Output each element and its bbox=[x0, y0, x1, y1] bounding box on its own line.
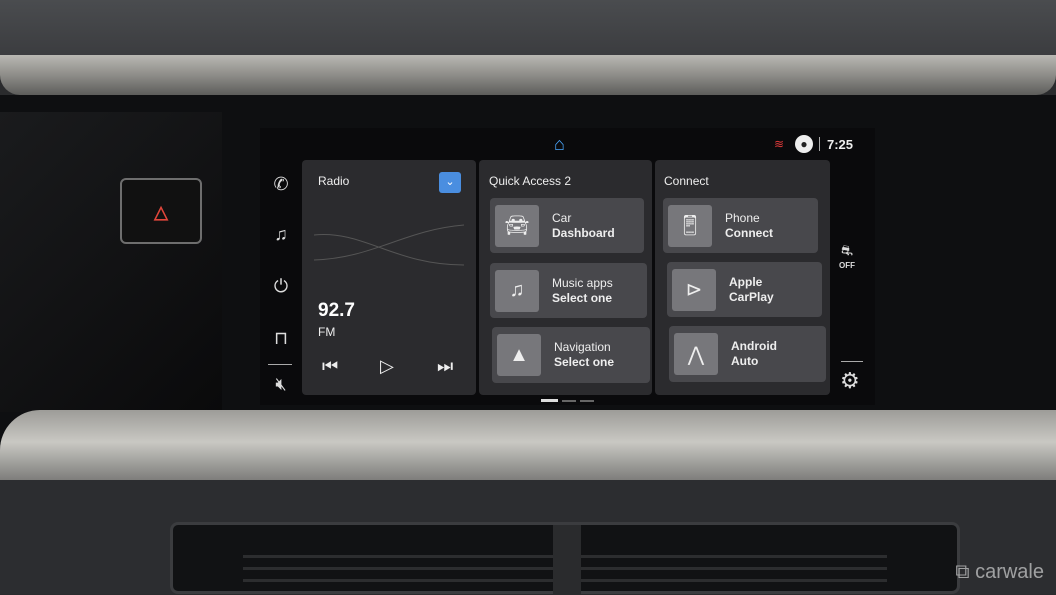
navigation-arrow-icon: ▲ bbox=[497, 334, 541, 376]
tile-label: Navigation bbox=[554, 340, 611, 354]
tile-car-dashboard[interactable]: 🚘︎ Car Dashboard bbox=[490, 198, 644, 253]
clock: 7:25 bbox=[827, 137, 854, 152]
air-vent bbox=[170, 522, 960, 595]
tile-music-apps[interactable]: ♫ Music apps Select one bbox=[490, 263, 647, 318]
tile-sublabel: Dashboard bbox=[552, 225, 615, 240]
tile-sublabel: Select one bbox=[552, 290, 613, 305]
tile-sublabel: Auto bbox=[731, 354, 759, 368]
esc-off-label: OFF bbox=[839, 261, 855, 270]
mute-icon[interactable]: 🔇︎ bbox=[263, 374, 299, 395]
tile-phone-connect[interactable]: 📱︎ Phone Connect bbox=[663, 198, 818, 253]
page-indicator[interactable] bbox=[580, 400, 594, 402]
phone-icon[interactable]: ✆ bbox=[263, 174, 299, 195]
hazard-button[interactable]: ▵ bbox=[120, 178, 202, 244]
wifi-off-icon: ≋ bbox=[774, 137, 785, 151]
hazard-icon: ▵ bbox=[153, 194, 169, 228]
tile-label: Android bbox=[731, 339, 777, 353]
page-indicator[interactable] bbox=[562, 400, 576, 402]
tile-label: Car bbox=[552, 210, 572, 225]
page-indicator-active[interactable] bbox=[541, 399, 558, 402]
tile-apple-carplay[interactable]: ⊳ Apple CarPlay bbox=[667, 262, 822, 317]
divider bbox=[841, 361, 863, 362]
trim-strip bbox=[0, 55, 1056, 95]
hazard-panel bbox=[0, 112, 222, 412]
radio-frequency: 92.7 bbox=[318, 300, 355, 321]
divider bbox=[268, 364, 292, 365]
home-icon[interactable]: ⌂ bbox=[554, 134, 565, 155]
previous-icon[interactable]: ⏮︎ bbox=[322, 356, 338, 377]
gear-icon[interactable]: ⚙ bbox=[840, 368, 860, 394]
watermark: ⧉ carwale bbox=[955, 561, 1044, 583]
carplay-icon: ⊳ bbox=[672, 268, 716, 311]
watermark-text: carwale bbox=[975, 561, 1044, 583]
play-icon[interactable]: ▷ bbox=[380, 356, 394, 377]
quick-access-title: Quick Access 2 bbox=[489, 174, 572, 188]
user-icon[interactable]: ● bbox=[795, 135, 813, 153]
music-icon[interactable]: ♫ bbox=[263, 224, 299, 245]
car-icon: 🚘︎ bbox=[495, 204, 539, 247]
radio-card[interactable]: Radio ⌄ 92.7 FM ⏮︎ ▷ ⏭︎ bbox=[302, 160, 476, 395]
tile-sublabel: Connect bbox=[725, 225, 773, 240]
shopping-bag-icon[interactable]: ⊓ bbox=[263, 328, 299, 349]
dashboard-top bbox=[0, 0, 1056, 60]
tile-android-auto[interactable]: ⋀ Android Auto bbox=[669, 326, 826, 382]
music-icon: ♫ bbox=[495, 269, 539, 312]
tile-label: Phone bbox=[725, 210, 760, 225]
android-auto-icon: ⋀ bbox=[674, 333, 718, 375]
traction-control-icon: ⛐ bbox=[840, 242, 854, 258]
tile-label: Music apps bbox=[552, 275, 613, 290]
power-icon[interactable]: ⏻ bbox=[263, 276, 299, 297]
next-icon[interactable]: ⏭︎ bbox=[437, 356, 453, 377]
chevron-down-icon[interactable]: ⌄ bbox=[439, 172, 461, 193]
phone-add-icon: 📱︎ bbox=[668, 204, 712, 247]
tile-navigation[interactable]: ▲ Navigation Select one bbox=[492, 327, 650, 383]
tile-label: Apple bbox=[729, 274, 763, 289]
tile-sublabel: Select one bbox=[554, 355, 615, 369]
esc-off-button[interactable]: ⛐ OFF bbox=[836, 242, 858, 270]
connect-title: Connect bbox=[664, 174, 709, 188]
tile-sublabel: CarPlay bbox=[729, 289, 774, 304]
radio-band: FM bbox=[318, 325, 336, 339]
divider bbox=[819, 137, 820, 151]
connect-card: Connect 📱︎ Phone Connect ⊳ Apple CarPlay ⋀ An… bbox=[655, 160, 830, 395]
radio-title: Radio bbox=[318, 174, 350, 188]
infotainment-screen: ⌂ ≋ ● 7:25 ✆ ♫ ⏻ ⊓ 🔇︎ Radio ⌄ 92.7 FM ⏮︎… bbox=[260, 128, 875, 405]
quick-access-card: Quick Access 2 🚘︎ Car Dashboard ♫ Music app… bbox=[479, 160, 652, 395]
station-art bbox=[314, 224, 464, 266]
lower-trim bbox=[0, 410, 1056, 490]
